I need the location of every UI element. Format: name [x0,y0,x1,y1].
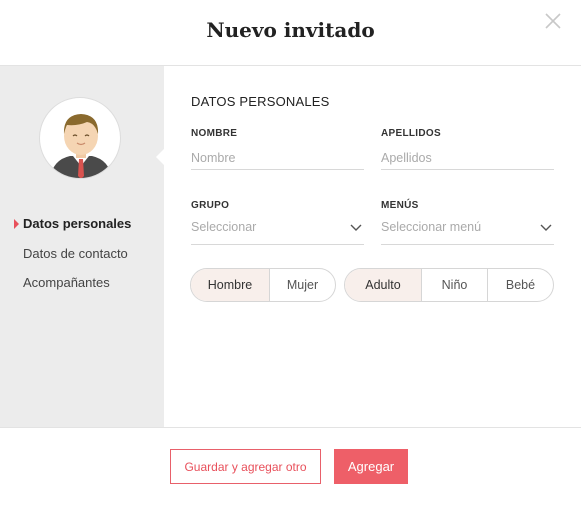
avatar [39,97,121,179]
age-option-nino[interactable]: Niño [422,269,488,301]
grupo-select[interactable]: Seleccionar [191,215,364,245]
male-guest-avatar-icon [50,114,112,178]
dialog-header: Nuevo invitado [0,0,581,66]
add-button[interactable]: Agregar [334,449,408,484]
menus-label: MENÚS [381,200,419,211]
chevron-down-icon [350,224,362,231]
apellidos-field[interactable] [381,146,554,170]
sidebar-item-acompanantes[interactable]: Acompañantes [23,275,110,290]
menus-select-value: Seleccionar menú [381,220,482,234]
sidebar-item-datos-contacto[interactable]: Datos de contacto [23,246,128,261]
nombre-input[interactable] [191,151,364,165]
gender-option-hombre[interactable]: Hombre [191,269,270,301]
section-title: DATOS PERSONALES [191,94,330,109]
grupo-select-value: Seleccionar [191,220,257,234]
apellidos-label: APELLIDOS [381,128,441,139]
dialog-title: Nuevo invitado [206,18,375,42]
active-section-notch [156,149,164,165]
gender-option-mujer[interactable]: Mujer [270,269,335,301]
gender-toggle: Hombre Mujer [190,268,336,302]
age-option-bebe[interactable]: Bebé [488,269,553,301]
nombre-field[interactable] [191,146,364,170]
save-and-add-another-button[interactable]: Guardar y agregar otro [170,449,321,484]
chevron-down-icon [540,224,552,231]
nombre-label: NOMBRE [191,128,238,139]
menus-select[interactable]: Seleccionar menú [381,215,554,245]
age-option-adulto[interactable]: Adulto [345,269,422,301]
close-icon[interactable] [543,11,563,31]
active-indicator-icon [14,219,19,229]
grupo-label: GRUPO [191,200,230,211]
sidebar-item-datos-personales[interactable]: Datos personales [23,216,131,231]
apellidos-input[interactable] [381,151,554,165]
age-toggle: Adulto Niño Bebé [344,268,554,302]
